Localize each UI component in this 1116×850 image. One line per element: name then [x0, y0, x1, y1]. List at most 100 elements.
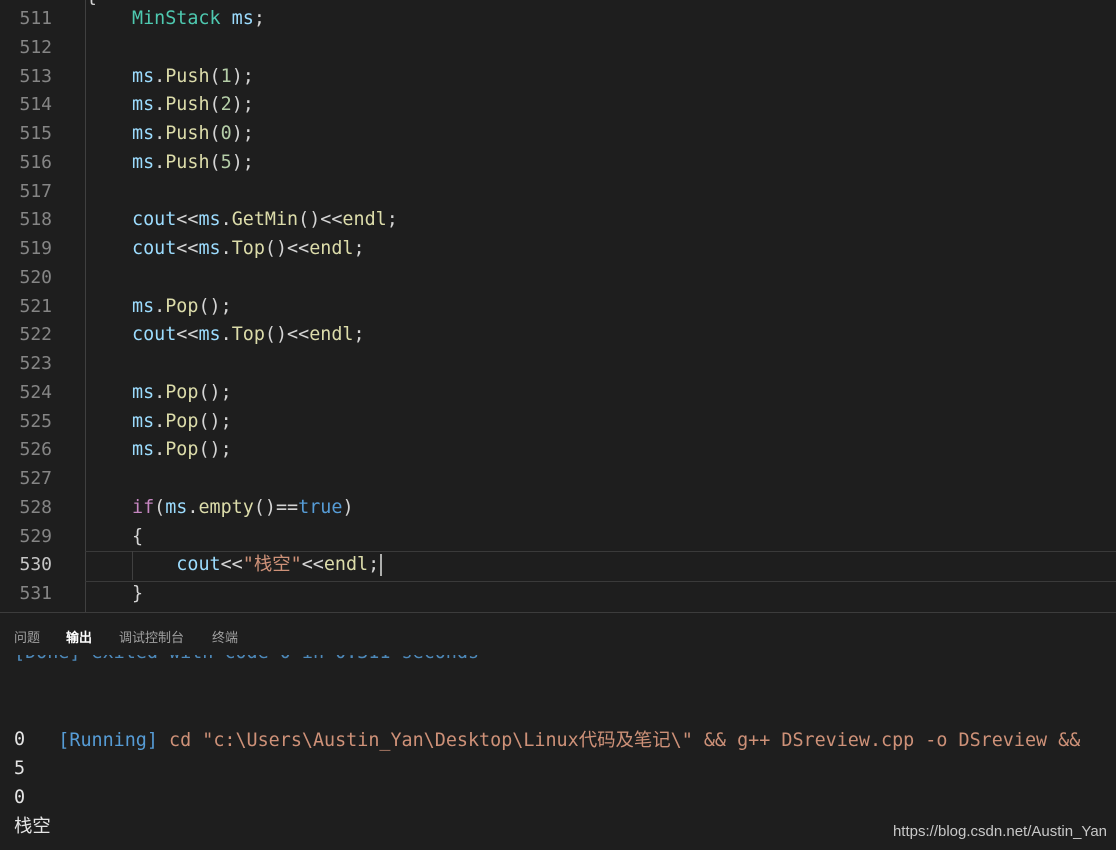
code-text: cout<<"栈空"<<endl;: [132, 551, 383, 580]
code-line[interactable]: 519 cout<<ms.Top()<<endl;: [0, 235, 1116, 264]
line-number: 517: [19, 180, 52, 202]
watermark: https://blog.csdn.net/Austin_Yan: [892, 823, 1107, 840]
code-text: ms.Pop();: [132, 436, 232, 465]
line-number: 530: [19, 554, 52, 576]
code-token: ms: [132, 94, 155, 116]
code-text: cout<<ms.Top()<<endl;: [132, 235, 365, 264]
code-line[interactable]: 529 {: [0, 523, 1116, 552]
code-token: ms: [132, 410, 155, 432]
code-token: .: [154, 94, 166, 116]
code-token: (: [154, 496, 166, 518]
code-line[interactable]: 518 cout<<ms.GetMin()<<endl;: [0, 206, 1116, 235]
code-line[interactable]: 526 ms.Pop();: [0, 436, 1116, 465]
code-line[interactable]: 522 cout<<ms.Top()<<endl;: [0, 321, 1116, 350]
code-token: .: [154, 410, 166, 432]
code-token: .: [154, 123, 166, 144]
code-text: MinStack ms;: [132, 5, 265, 34]
line-number: 525: [19, 410, 52, 432]
code-token: Pop: [165, 410, 199, 432]
code-line[interactable]: 515 ms.Push(0);: [0, 120, 1116, 149]
code-line[interactable]: 525 ms.Pop();: [0, 408, 1116, 437]
code-token: );: [231, 94, 254, 116]
code-text: }: [132, 580, 143, 609]
code-line[interactable]: 528 if(ms.empty()==true): [0, 494, 1116, 523]
code-token: ms: [132, 65, 155, 87]
code-token: .: [220, 324, 232, 346]
code-token: .: [220, 238, 232, 259]
code-line[interactable]: 521 ms.Pop();: [0, 293, 1116, 322]
code-token: Pop: [165, 381, 199, 403]
tab-terminal[interactable]: 终端: [212, 627, 238, 646]
code-token: cout: [132, 209, 177, 231]
code-token: }: [132, 583, 144, 604]
tab-output[interactable]: 输出: [66, 627, 92, 646]
code-token: <<: [220, 554, 243, 576]
code-token: ;: [353, 238, 365, 259]
code-token: ;: [253, 8, 265, 29]
code-token: ms: [132, 295, 155, 317]
code-line[interactable]: 520: [0, 264, 1116, 293]
code-line[interactable]: 514 ms.Push(2);: [0, 91, 1116, 120]
code-token: );: [231, 65, 254, 87]
code-token: Push: [165, 151, 210, 173]
code-token: <<: [176, 209, 199, 231]
tab-problems[interactable]: 问题: [14, 627, 40, 646]
code-line[interactable]: 512: [0, 34, 1116, 63]
code-token: ms: [198, 209, 221, 231]
code-token: Pop: [165, 439, 199, 461]
code-token: Top: [231, 238, 265, 259]
code-editor[interactable]: { 511MinStack ms;512513ms.Push(1);514ms.…: [0, 0, 1116, 612]
code-token: ms: [132, 381, 155, 403]
code-token: <<: [176, 324, 199, 346]
code-token: Push: [165, 123, 210, 144]
running-line: [Running] cd "c:\Users\Austin_Yan\Deskto…: [14, 698, 1080, 784]
output-line: 0: [14, 729, 26, 750]
code-line[interactable]: 527: [0, 465, 1116, 494]
code-line[interactable]: 517: [0, 178, 1116, 207]
code-token: 5: [220, 151, 232, 173]
code-line[interactable]: 530 cout<<"栈空"<<endl;: [0, 551, 1116, 580]
code-line[interactable]: 531}: [0, 580, 1116, 609]
code-text: ms.Push(0);: [132, 120, 254, 149]
tab-debug-console[interactable]: 调试控制台: [119, 627, 184, 646]
code-token: .: [154, 65, 166, 87]
code-token: Push: [165, 65, 210, 87]
code-token: (: [209, 151, 221, 173]
code-token: ): [342, 496, 354, 518]
code-text: ms.Push(1);: [132, 63, 254, 92]
line-number: 515: [19, 123, 52, 144]
code-token: ms: [132, 123, 155, 144]
code-token: ms: [231, 8, 254, 29]
code-token: ();: [198, 410, 232, 432]
code-token: .: [220, 209, 232, 231]
code-token: 2: [220, 94, 232, 116]
code-text: ms.Pop();: [132, 379, 232, 408]
code-token: .: [154, 439, 166, 461]
running-command: cd "c:\Users\Austin_Yan\Desktop\Linux代码及…: [157, 729, 1081, 751]
code-line[interactable]: 511 MinStack ms;: [0, 5, 1116, 34]
panel-tabs: 问题 输出 调试控制台 终端: [0, 613, 1116, 655]
code-line[interactable]: 524 ms.Pop();: [0, 379, 1116, 408]
code-token: GetMin: [231, 209, 299, 231]
code-token: {: [132, 525, 144, 547]
output-line: 0: [14, 787, 26, 808]
code-line[interactable]: 516 ms.Push(5);: [0, 149, 1116, 178]
code-token: ;: [368, 554, 380, 576]
code-token: ms: [132, 439, 155, 461]
line-number: 511: [19, 8, 52, 29]
code-line[interactable]: 523: [0, 350, 1116, 379]
code-token: <<: [301, 554, 324, 576]
line-number: 519: [19, 238, 52, 259]
running-tag: [Running]: [58, 729, 158, 751]
line-number: 524: [19, 381, 52, 403]
code-token: endl: [309, 324, 354, 346]
code-token: ()<<: [264, 324, 310, 346]
code-line[interactable]: 513 ms.Push(1);: [0, 63, 1116, 92]
code-text: ms.Push(5);: [132, 149, 254, 178]
code-token: ms: [198, 324, 221, 346]
line-number: 522: [19, 324, 52, 346]
code-token: ()==: [253, 496, 299, 518]
code-token: MinStack: [132, 8, 221, 29]
